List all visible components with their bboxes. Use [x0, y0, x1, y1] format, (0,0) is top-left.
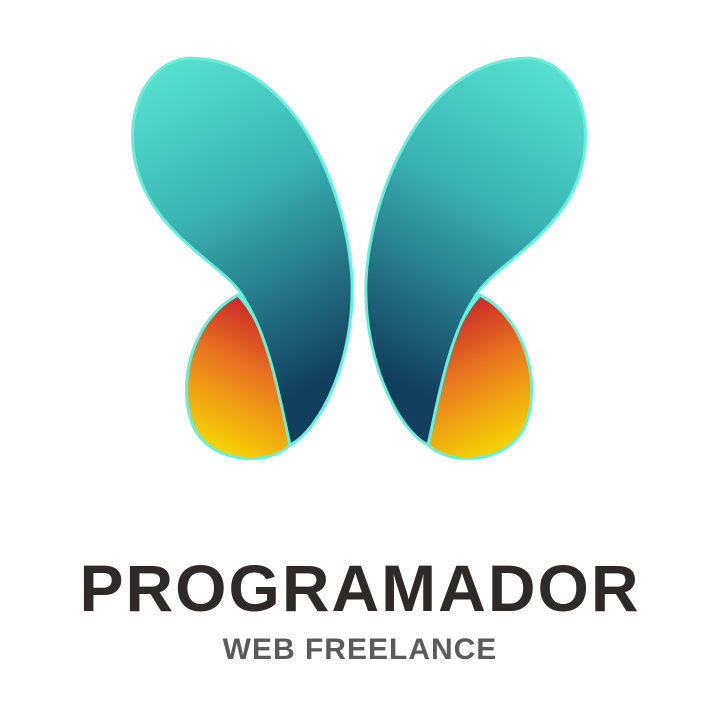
brand-subtitle: WEB FREELANCE [222, 633, 498, 666]
left-wing [131, 56, 354, 460]
brand-title: PROGRAMADOR [79, 551, 641, 625]
right-wing [364, 56, 587, 460]
butterfly-logo-icon [131, 56, 587, 460]
